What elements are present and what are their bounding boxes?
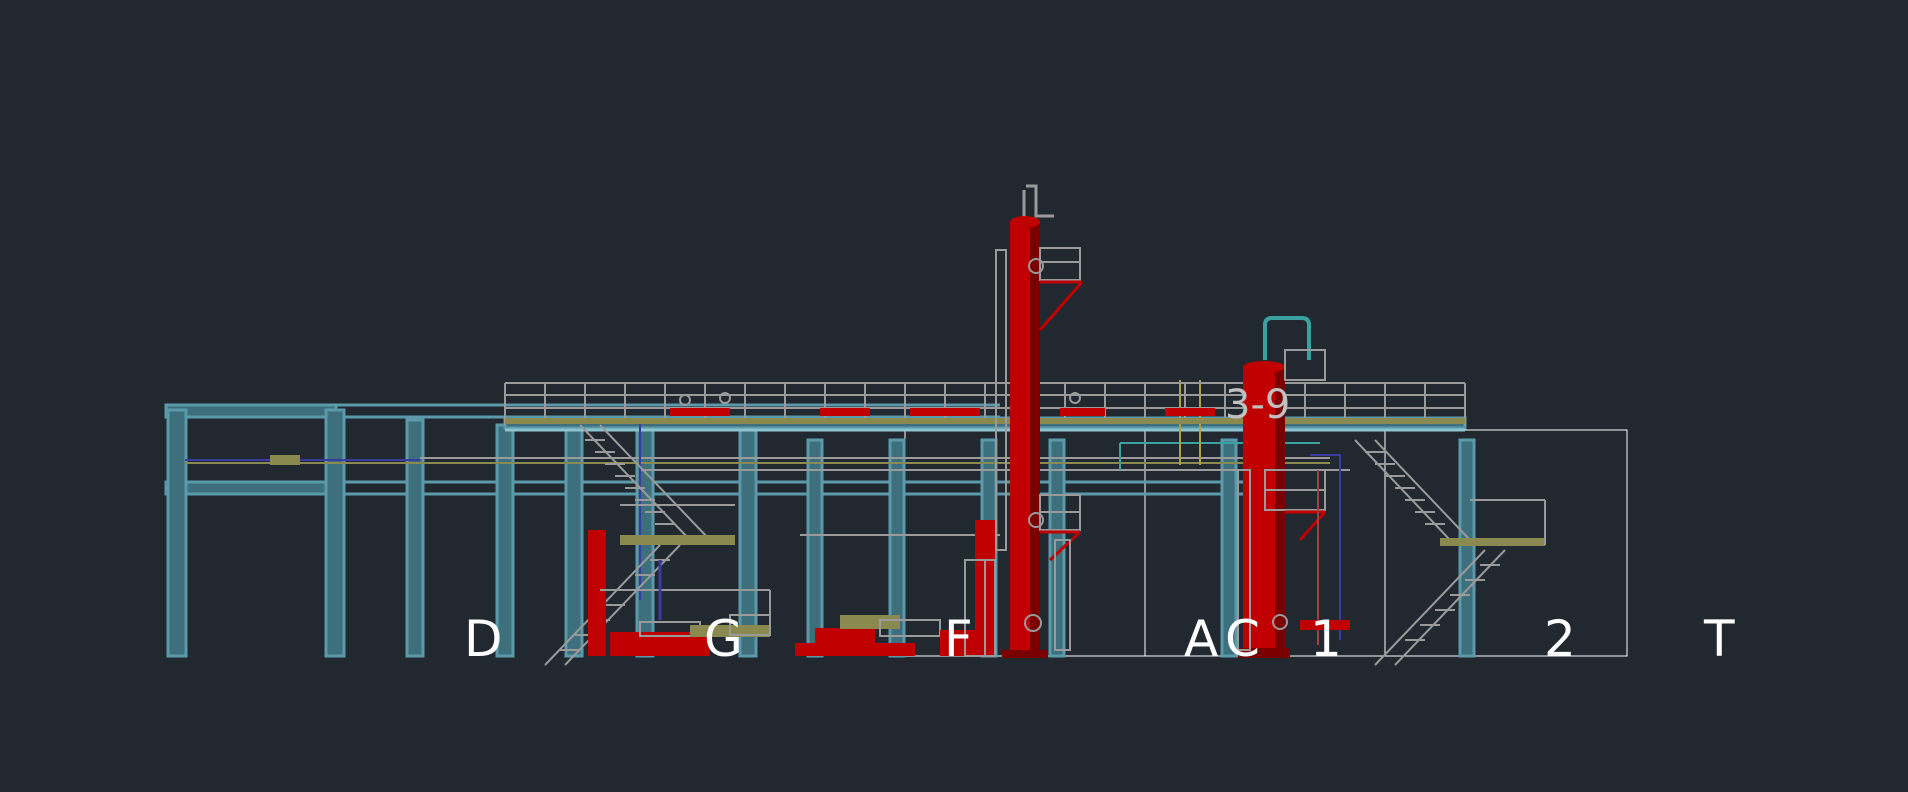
label-a: A — [1184, 610, 1218, 668]
cad-drawing-canvas: 3-9 D G F A C 1 2 T — [164, 184, 1735, 668]
label-d: D — [464, 610, 503, 668]
label-g: G — [704, 610, 743, 668]
label-2: 2 — [1544, 610, 1576, 668]
right-stair — [1354, 439, 1546, 666]
label-t: T — [1703, 610, 1735, 668]
label-1: 1 — [1310, 610, 1342, 668]
label-c: C — [1225, 610, 1260, 668]
label-f: F — [944, 610, 973, 668]
second-column — [1237, 316, 1350, 658]
overlay-text: 3-9 — [1225, 382, 1290, 428]
